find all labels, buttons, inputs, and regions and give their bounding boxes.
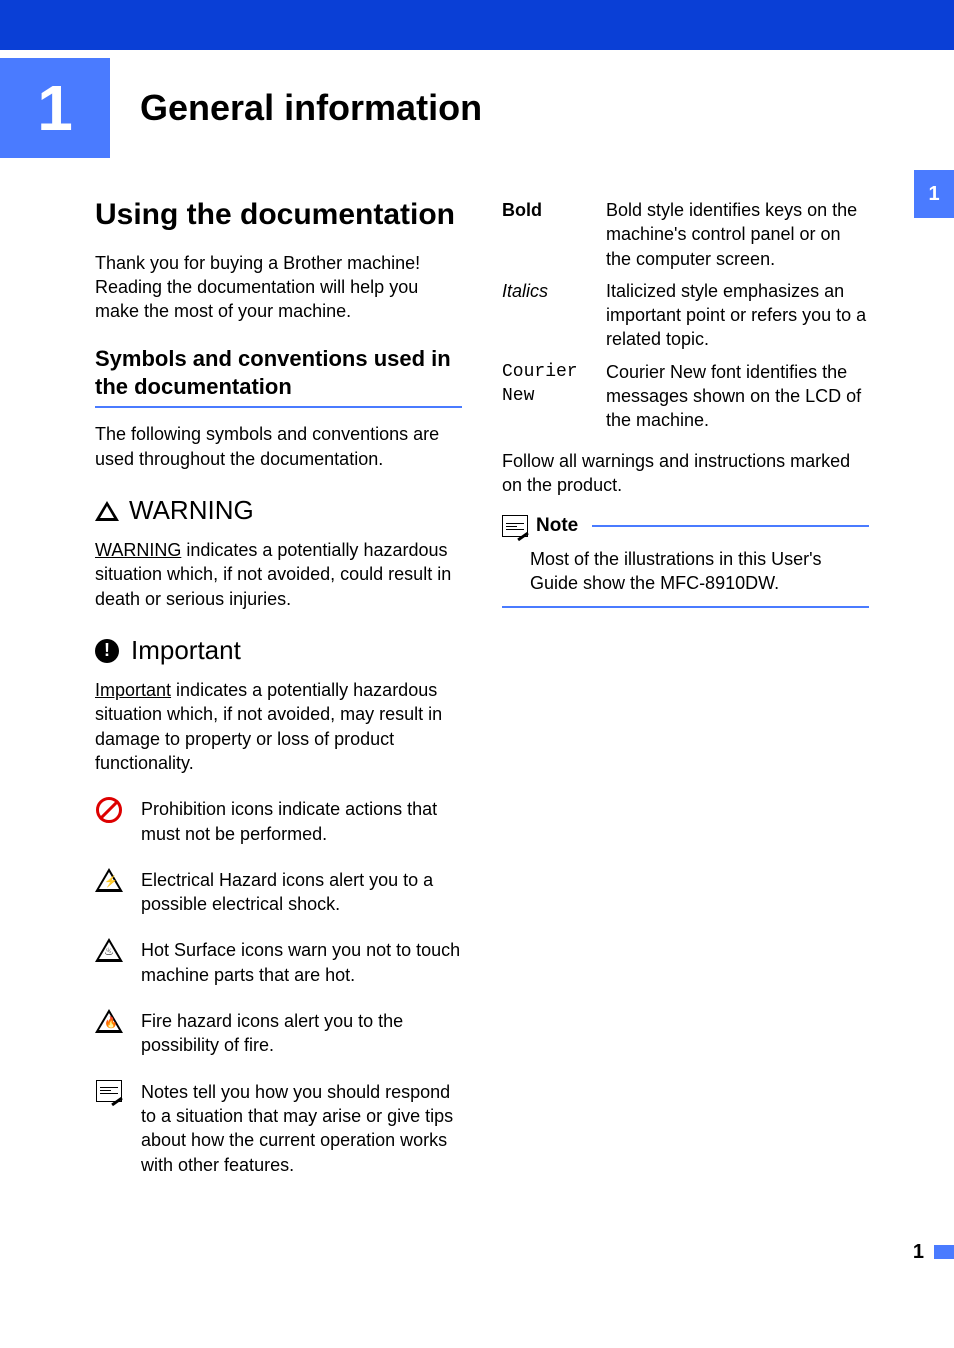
- note-label: Note: [536, 513, 578, 539]
- prohibition-text: Prohibition icons indicate actions that …: [141, 797, 462, 846]
- chapter-heading: 1 General information: [0, 58, 954, 158]
- courier-value: Courier New font identifies the messages…: [606, 360, 869, 433]
- subsection-heading: Symbols and conventions used in the docu…: [95, 345, 462, 408]
- bold-value: Bold style identifies keys on the machin…: [606, 198, 869, 271]
- electrical-hazard-icon: ⚡: [95, 868, 123, 892]
- subsection-intro: The following symbols and conventions ar…: [95, 422, 462, 471]
- right-column: Bold Bold style identifies keys on the m…: [502, 198, 869, 1199]
- important-heading: ! Important: [95, 633, 462, 668]
- note-icon: [502, 515, 528, 537]
- italics-key: Italics: [502, 279, 588, 352]
- note-icon: [96, 1080, 122, 1102]
- warning-definition: WARNING indicates a potentially hazardou…: [95, 538, 462, 611]
- left-column: Using the documentation Thank you for bu…: [95, 198, 462, 1199]
- warning-triangle-icon: [95, 501, 119, 521]
- note-body: Most of the illustrations in this User's…: [502, 543, 869, 606]
- note-heading: Note: [502, 513, 869, 539]
- important-key: Important: [95, 680, 171, 700]
- important-circle-icon: !: [95, 639, 119, 663]
- list-item: Prohibition icons indicate actions that …: [95, 797, 462, 846]
- side-tab: 1: [914, 170, 954, 218]
- list-item: Notes tell you how you should respond to…: [95, 1080, 462, 1177]
- icon-definitions-list: Prohibition icons indicate actions that …: [95, 797, 462, 1177]
- warning-key: WARNING: [95, 540, 181, 560]
- section-heading: Using the documentation: [95, 198, 462, 233]
- top-bar: [0, 0, 954, 50]
- chapter-number: 1: [37, 65, 73, 151]
- page-body: 1 Using the documentation Thank you for …: [0, 158, 954, 1239]
- page-mark: [934, 1245, 954, 1259]
- italics-value: Italicized style emphasizes an important…: [606, 279, 869, 352]
- chapter-title: General information: [140, 84, 482, 133]
- list-item: ♨ Hot Surface icons warn you not to touc…: [95, 938, 462, 987]
- warning-heading: WARNING: [95, 493, 462, 528]
- hot-surface-icon: ♨: [95, 938, 123, 962]
- bold-key: Bold: [502, 198, 588, 271]
- fire-hazard-icon: 🔥: [95, 1009, 123, 1033]
- side-tab-number: 1: [928, 181, 939, 208]
- fire-text: Fire hazard icons alert you to the possi…: [141, 1009, 462, 1058]
- important-definition: Important indicates a potentially hazard…: [95, 678, 462, 775]
- warning-label: WARNING: [129, 493, 254, 528]
- notes-text: Notes tell you how you should respond to…: [141, 1080, 462, 1177]
- note-rule: [502, 606, 869, 608]
- electrical-text: Electrical Hazard icons alert you to a p…: [141, 868, 462, 917]
- follow-paragraph: Follow all warnings and instructions mar…: [502, 449, 869, 498]
- list-item: ⚡ Electrical Hazard icons alert you to a…: [95, 868, 462, 917]
- prohibition-icon: [96, 797, 122, 823]
- typography-table: Bold Bold style identifies keys on the m…: [502, 198, 869, 433]
- note-callout: Note Most of the illustrations in this U…: [502, 513, 869, 607]
- courier-key: Courier New: [502, 360, 588, 433]
- page-number: 1: [913, 1239, 924, 1266]
- intro-paragraph: Thank you for buying a Brother machine! …: [95, 251, 462, 324]
- page-footer: 1: [0, 1239, 954, 1266]
- note-rule: [592, 525, 869, 527]
- chapter-number-box: 1: [0, 58, 110, 158]
- important-label: Important: [131, 633, 241, 668]
- hot-text: Hot Surface icons warn you not to touch …: [141, 938, 462, 987]
- list-item: 🔥 Fire hazard icons alert you to the pos…: [95, 1009, 462, 1058]
